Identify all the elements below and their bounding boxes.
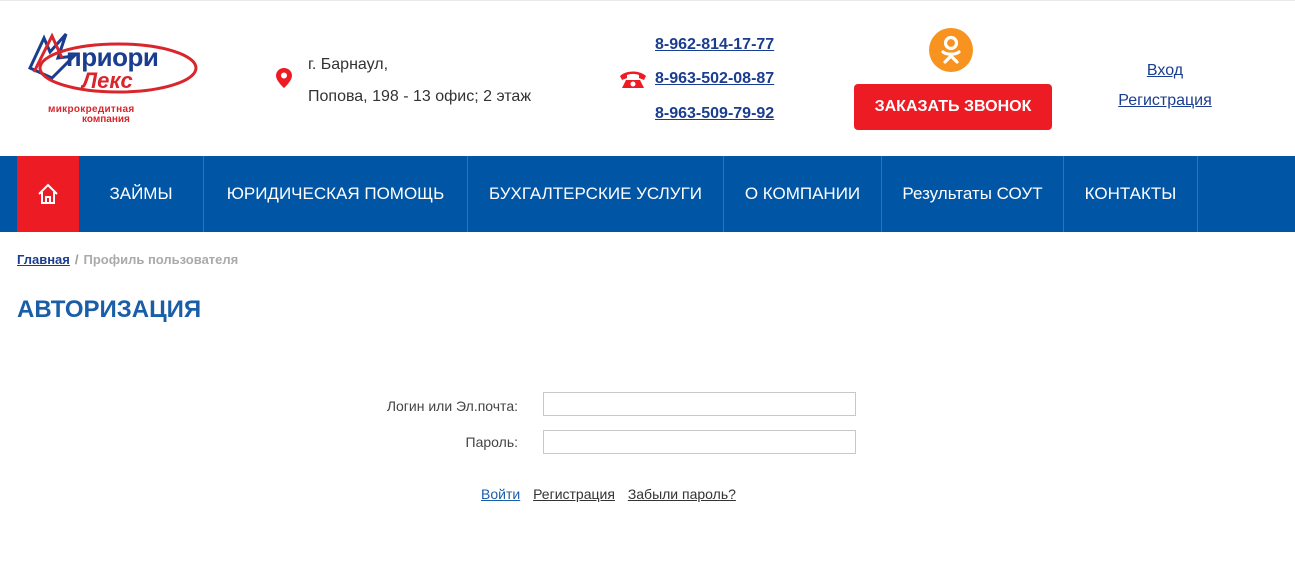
map-pin-icon — [276, 68, 292, 88]
nav-item-sout-results[interactable]: Результаты СОУТ — [882, 156, 1064, 232]
auth-links: Вход Регистрация — [1110, 56, 1220, 116]
login-field-label: Логин или Эл.почта: — [386, 398, 518, 414]
submit-login-link[interactable]: Войти — [481, 486, 520, 502]
breadcrumb: Главная / Профиль пользователя — [17, 252, 238, 267]
phone-icon — [620, 71, 646, 88]
form-actions: Войти Регистрация Забыли пароль? — [481, 486, 745, 502]
password-field-label: Пароль: — [465, 434, 518, 450]
logo-subtitle-2: компания — [82, 114, 130, 125]
nav-item-about[interactable]: О КОМПАНИИ — [724, 156, 882, 232]
nav-item-legal-help[interactable]: ЮРИДИЧЕСКАЯ ПОМОЩЬ — [204, 156, 468, 232]
phone-link-2[interactable]: 8-963-502-08-87 — [655, 70, 774, 88]
login-field[interactable] — [543, 392, 856, 416]
home-icon — [38, 183, 58, 204]
order-callback-button[interactable]: ЗАКАЗАТЬ ЗВОНОК — [854, 84, 1052, 130]
nav-item-accounting[interactable]: БУХГАЛТЕРСКИЕ УСЛУГИ — [468, 156, 724, 232]
odnoklassniki-icon[interactable] — [929, 28, 973, 72]
breadcrumb-current: Профиль пользователя — [83, 252, 239, 267]
logo-text-secondary: Лекс — [82, 68, 133, 93]
nav-item-loans[interactable]: ЗАЙМЫ — [79, 156, 204, 232]
phone-link-1[interactable]: 8-962-814-17-77 — [655, 36, 774, 54]
forgot-password-link[interactable]: Забыли пароль? — [628, 486, 736, 502]
address-city: г. Барнаул, — [308, 56, 389, 73]
form-register-link[interactable]: Регистрация — [533, 486, 615, 502]
register-link[interactable]: Регистрация — [1110, 86, 1220, 116]
logo[interactable]: приори Лекс микрокредитная компания — [22, 28, 198, 126]
address-street: Попова, 198 - 13 офис; 2 этаж — [308, 88, 532, 105]
nav-home[interactable] — [17, 156, 79, 232]
page-title: АВТОРИЗАЦИЯ — [17, 296, 202, 323]
breadcrumb-home-link[interactable]: Главная — [17, 252, 70, 267]
main-nav: ЗАЙМЫ ЮРИДИЧЕСКАЯ ПОМОЩЬ БУХГАЛТЕРСКИЕ У… — [0, 156, 1295, 232]
breadcrumb-separator: / — [74, 252, 79, 267]
password-field[interactable] — [543, 430, 856, 454]
login-link[interactable]: Вход — [1110, 56, 1220, 86]
nav-item-contacts[interactable]: КОНТАКТЫ — [1064, 156, 1198, 232]
phone-link-3[interactable]: 8-963-509-79-92 — [655, 105, 774, 123]
site-header: приори Лекс микрокредитная компания г. Б… — [0, 0, 1295, 156]
